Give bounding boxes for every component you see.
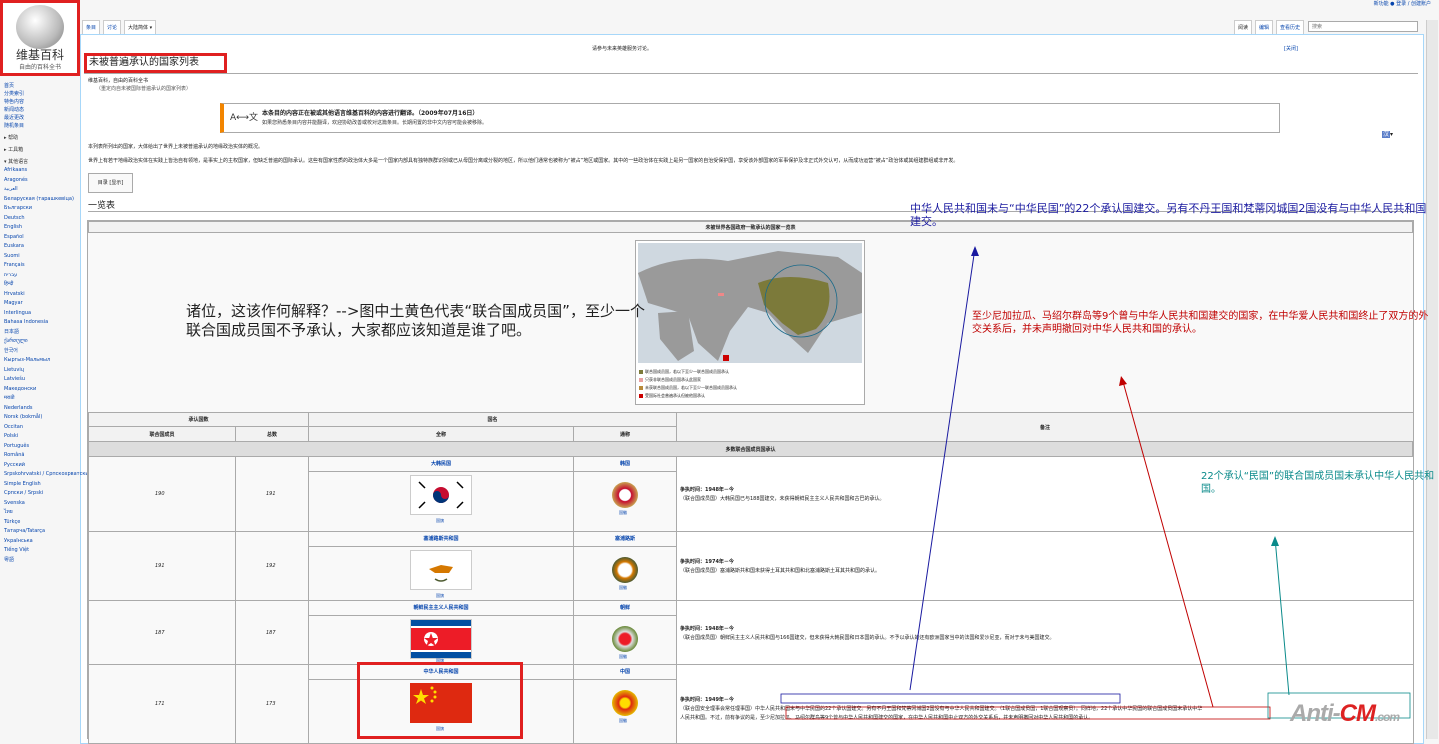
- red-highlight: [785, 706, 1271, 720]
- blue-arrow: [909, 247, 976, 691]
- blue-highlight: [780, 693, 1121, 704]
- site-watermark: Anti-CM.com: [1290, 700, 1400, 728]
- watermark-part-b: CM: [1339, 700, 1376, 727]
- watermark-part-a: Anti-: [1290, 700, 1341, 727]
- prc-flag-highlight: [357, 662, 523, 739]
- watermark-part-c: .com: [1374, 710, 1400, 724]
- red-arrow: [1121, 377, 1214, 708]
- annotation-arrows: [780, 246, 1411, 720]
- teal-arrow: [1274, 537, 1290, 696]
